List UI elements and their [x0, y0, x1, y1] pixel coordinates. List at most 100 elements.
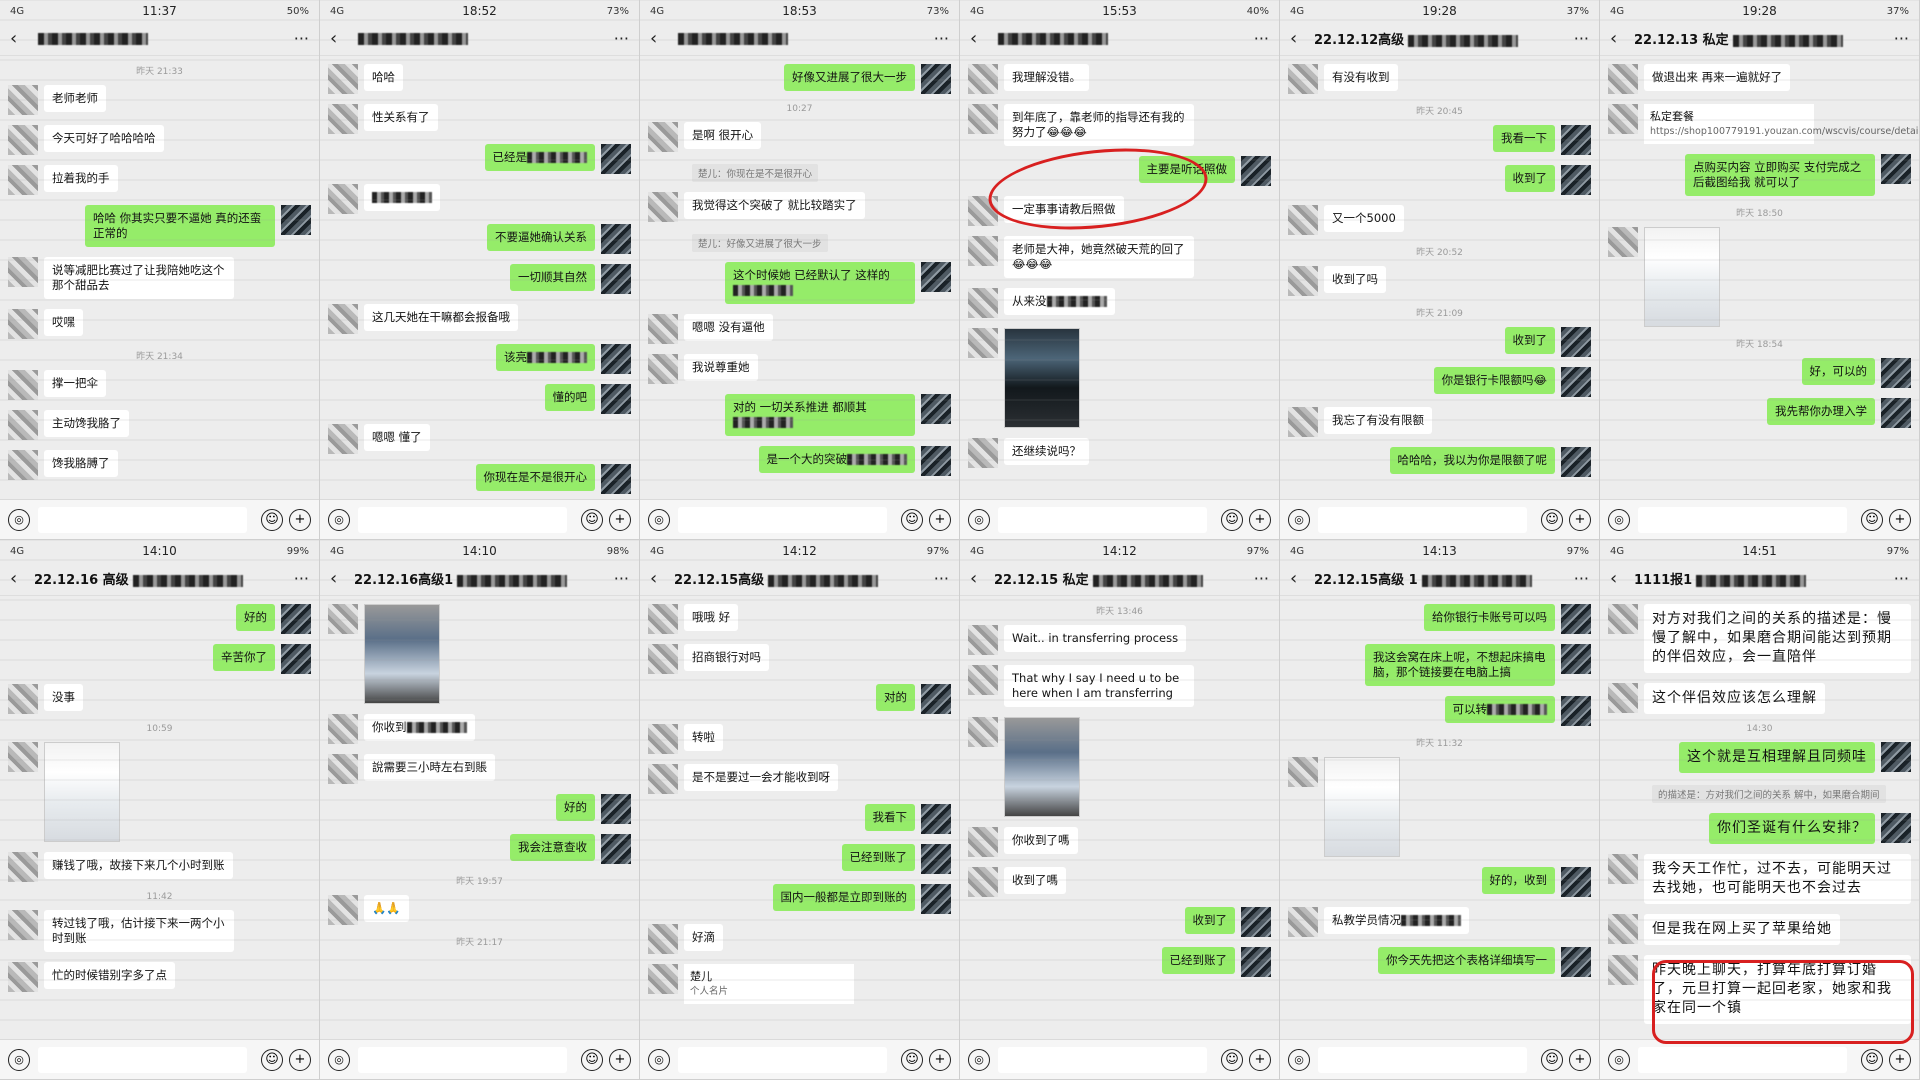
avatar[interactable]	[328, 895, 358, 925]
more-options-icon[interactable]: ···	[1247, 569, 1269, 588]
emoji-icon[interactable]: ☺	[1861, 508, 1883, 531]
message-bubble[interactable]: 收到了嗎	[1004, 867, 1066, 894]
avatar[interactable]	[1561, 604, 1591, 634]
avatar[interactable]	[921, 684, 951, 714]
avatar[interactable]	[1561, 644, 1591, 674]
message-bubble[interactable]: 你今天先把这个表格详细填写一	[1378, 947, 1555, 974]
message-input[interactable]	[678, 506, 887, 533]
voice-input-icon[interactable]: ◎	[1608, 1048, 1630, 1071]
back-arrow-icon[interactable]: ‹	[1610, 568, 1628, 589]
voice-input-icon[interactable]: ◎	[1288, 1048, 1310, 1071]
avatar[interactable]	[1881, 398, 1911, 428]
message-bubble[interactable]: 好的	[236, 604, 275, 631]
emoji-icon[interactable]: ☺	[1221, 1048, 1243, 1071]
message-bubble[interactable]: 哈哈	[364, 64, 403, 91]
more-options-icon[interactable]: ···	[1567, 29, 1589, 48]
avatar[interactable]	[921, 394, 951, 424]
voice-input-icon[interactable]: ◎	[8, 1048, 30, 1071]
avatar[interactable]	[1288, 407, 1318, 437]
message-bubble[interactable]: Wait.. in transferring process	[1004, 625, 1187, 652]
message-bubble[interactable]: 给你银行卡账号可以吗	[1424, 604, 1555, 631]
avatar[interactable]	[8, 852, 38, 882]
avatar[interactable]	[8, 684, 38, 714]
message-input[interactable]	[358, 506, 567, 533]
avatar[interactable]	[921, 262, 951, 292]
message-input[interactable]	[678, 1046, 887, 1073]
message-bubble[interactable]: 可以转	[1444, 696, 1555, 723]
message-bubble[interactable]: 是啊 很开心	[684, 122, 762, 149]
back-arrow-icon[interactable]: ‹	[330, 28, 348, 49]
avatar[interactable]	[1561, 165, 1591, 195]
message-bubble[interactable]: 我觉得这个突破了 就比较踏实了	[684, 192, 865, 219]
avatar[interactable]	[921, 884, 951, 914]
image-message[interactable]	[1644, 227, 1720, 327]
message-input[interactable]	[1318, 506, 1527, 533]
message-bubble[interactable]: 忙的时候错别字多了点	[44, 962, 175, 989]
image-message[interactable]	[1324, 757, 1400, 857]
avatar[interactable]	[328, 184, 358, 214]
message-bubble[interactable]: 嗯嗯 懂了	[364, 424, 430, 451]
message-bubble[interactable]: 收到了	[1184, 907, 1235, 934]
avatar[interactable]	[8, 165, 38, 195]
avatar[interactable]	[921, 64, 951, 94]
message-input[interactable]	[998, 506, 1207, 533]
more-options-icon[interactable]: ···	[1247, 29, 1269, 48]
avatar[interactable]	[281, 644, 311, 674]
avatar[interactable]	[281, 604, 311, 634]
message-bubble[interactable]: 昨天晚上聊天，打算年底打算订婚了，元旦打算一起回老家，她家和我家在同一个镇	[1644, 955, 1911, 1024]
message-bubble[interactable]: 一切顺其自然	[510, 264, 595, 291]
message-bubble[interactable]: 哈哈哈，我以为你是限额了呢	[1389, 447, 1555, 474]
avatar[interactable]	[281, 205, 311, 235]
avatar[interactable]	[8, 410, 38, 440]
avatar[interactable]	[1288, 757, 1318, 787]
avatar[interactable]	[8, 962, 38, 992]
avatar[interactable]	[328, 604, 358, 634]
avatar[interactable]	[648, 604, 678, 634]
avatar[interactable]	[648, 924, 678, 954]
avatar[interactable]	[1288, 907, 1318, 937]
plus-icon[interactable]: +	[289, 1048, 311, 1071]
message-bubble[interactable]: 赚钱了哦，故接下来几个小时到账	[44, 852, 233, 879]
message-bubble[interactable]: That why I say I need u to be here when …	[1004, 665, 1194, 707]
avatar[interactable]	[968, 625, 998, 655]
message-bubble[interactable]: 转啦	[684, 724, 723, 751]
avatar[interactable]	[648, 314, 678, 344]
plus-icon[interactable]: +	[929, 1048, 951, 1071]
plus-icon[interactable]: +	[609, 508, 631, 531]
message-input[interactable]	[38, 1046, 247, 1073]
avatar[interactable]	[1288, 205, 1318, 235]
message-bubble[interactable]: 做退出来 再来一遍就好了	[1644, 64, 1791, 91]
avatar[interactable]	[1561, 947, 1591, 977]
message-bubble[interactable]: 一定事事请教后照做	[1004, 196, 1124, 223]
message-bubble[interactable]: 懂的吧	[544, 384, 595, 411]
avatar[interactable]	[8, 85, 38, 115]
avatar[interactable]	[1608, 683, 1638, 713]
more-options-icon[interactable]: ···	[607, 569, 629, 588]
message-bubble[interactable]: 我看下	[864, 804, 915, 831]
message-bubble[interactable]: 但是我在网上买了苹果给她	[1644, 914, 1840, 945]
message-bubble[interactable]: 到年底了，靠老师的指导还有我的努力了😂😂😂	[1004, 104, 1194, 146]
message-bubble[interactable]: 我忘了有没有限额	[1324, 407, 1432, 434]
message-bubble[interactable]: 这个就是互相理解且同频哇	[1679, 742, 1875, 773]
avatar[interactable]	[1608, 854, 1638, 884]
message-bubble[interactable]: 好像又进展了很大一步	[784, 64, 915, 91]
emoji-icon[interactable]: ☺	[261, 1048, 283, 1071]
message-bubble[interactable]: 嗯嗯 没有逼他	[684, 314, 773, 341]
avatar[interactable]	[648, 192, 678, 222]
avatar[interactable]	[1881, 742, 1911, 772]
avatar[interactable]	[648, 354, 678, 384]
more-options-icon[interactable]: ···	[287, 569, 309, 588]
back-arrow-icon[interactable]: ‹	[330, 568, 348, 589]
message-bubble[interactable]: 馋我胳膊了	[44, 450, 118, 477]
emoji-icon[interactable]: ☺	[1541, 508, 1563, 531]
avatar[interactable]	[921, 844, 951, 874]
avatar[interactable]	[968, 717, 998, 747]
link-card-message[interactable]: 楚儿 个人名片	[684, 964, 854, 1004]
voice-input-icon[interactable]: ◎	[8, 508, 30, 531]
message-bubble[interactable]: 又一个5000	[1324, 205, 1404, 232]
plus-icon[interactable]: +	[1889, 1048, 1911, 1071]
message-bubble[interactable]: 是不是要过一会才能收到呀	[684, 764, 838, 791]
avatar[interactable]	[1608, 955, 1638, 985]
avatar[interactable]	[601, 144, 631, 174]
avatar[interactable]	[968, 236, 998, 266]
